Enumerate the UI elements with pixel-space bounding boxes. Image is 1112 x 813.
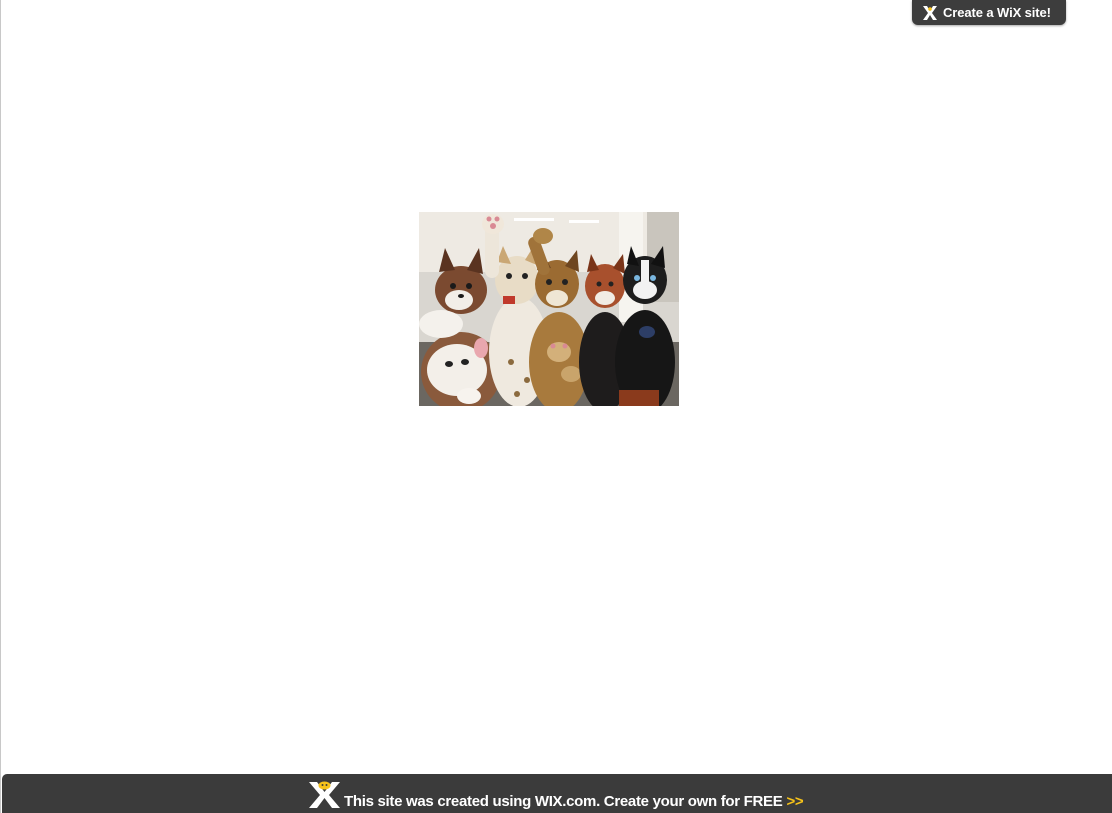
footer-promo-label: This site was created using WIX.com. Cre… xyxy=(344,793,783,810)
wix-footer-banner[interactable]: This site was created using WIX.com. Cre… xyxy=(2,774,1112,813)
footer-promo-text: This site was created using WIX.com. Cre… xyxy=(344,793,804,810)
wix-logo-icon xyxy=(923,5,937,20)
furry-group-photo xyxy=(419,212,679,406)
page: Create a WiX site! This site was created… xyxy=(0,0,1112,813)
create-wix-site-label: Create a WiX site! xyxy=(943,5,1051,20)
footer-arrows: >> xyxy=(786,793,804,810)
create-wix-site-button[interactable]: Create a WiX site! xyxy=(912,0,1066,25)
wix-logo-icon xyxy=(309,781,340,808)
